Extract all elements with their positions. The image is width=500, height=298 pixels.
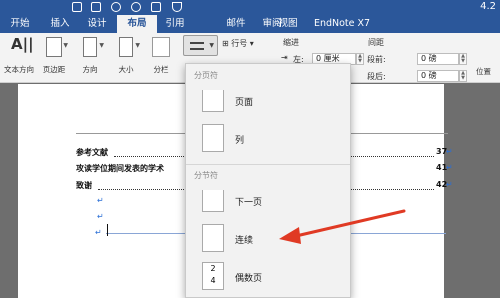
indent-group-header: 缩进 <box>283 38 299 47</box>
position-button[interactable]: 位置 <box>476 66 491 77</box>
text-cursor <box>107 224 108 236</box>
title-bar: 4.2 <box>0 0 500 15</box>
spacing-after-stepper[interactable]: ▲ ▼ <box>459 70 467 82</box>
chevron-down-icon: ▼ <box>63 42 68 49</box>
line-numbers-icon: ⊞ <box>222 39 232 48</box>
orientation-icon <box>83 37 97 57</box>
spacing-after-field[interactable]: 0 磅 <box>417 70 459 82</box>
menu-item-next-page[interactable]: 下一页 <box>187 182 350 220</box>
spacing-before-field[interactable]: 0 磅 <box>417 53 459 65</box>
continuous-icon <box>202 224 224 252</box>
save-icon[interactable] <box>91 2 101 12</box>
print-icon[interactable] <box>151 2 161 12</box>
paragraph-mark: ↵ <box>97 212 104 221</box>
even-page-icon: 2 4 <box>202 262 224 290</box>
margins-button[interactable]: ▼ 页边距 <box>39 33 69 83</box>
page-break-icon <box>202 90 224 112</box>
chevron-down-icon: ▼ <box>135 42 140 49</box>
tab-insert[interactable]: 插入 <box>44 15 76 33</box>
menu-item-page-break[interactable]: 页面 <box>187 82 350 120</box>
margins-icon <box>46 37 62 57</box>
spacing-before-label: 段前: <box>367 55 386 64</box>
chevron-down-icon: ▼ <box>209 42 214 49</box>
orientation-button[interactable]: ▼ 方向 <box>75 33 105 83</box>
tab-endnote[interactable]: EndNote X7 <box>313 15 371 33</box>
indent-left-icon: ⇥ <box>281 53 288 62</box>
text-direction-icon: A|| <box>11 35 34 53</box>
paragraph-mark: ↵ <box>446 163 453 172</box>
sidebar-toggle-icon[interactable] <box>72 2 82 12</box>
toc-entry-references: 参考文献 <box>76 148 108 157</box>
breaks-menu: 分页符 页面 列 分节符 下一页 连续 2 4 偶数页 <box>185 63 351 298</box>
tab-layout[interactable]: 布局 <box>117 15 157 33</box>
customize-toolbar-icon[interactable] <box>172 2 182 12</box>
size-icon <box>119 37 133 57</box>
paragraph-mark: ↵ <box>95 228 102 237</box>
indent-left-stepper[interactable]: ▲ ▼ <box>356 53 364 65</box>
section-breaks-header: 分节符 <box>194 171 218 180</box>
tab-design[interactable]: 设计 <box>81 15 113 33</box>
breaks-button[interactable]: ▼ <box>183 35 218 56</box>
columns-button[interactable]: 分栏 <box>146 33 176 83</box>
spacing-before-stepper[interactable]: ▲ ▼ <box>459 53 467 65</box>
chevron-down-icon: ▼ <box>99 42 104 49</box>
paragraph-mark: ↵ <box>446 147 453 156</box>
paragraph-mark: ↵ <box>446 180 453 189</box>
next-page-icon <box>202 190 224 212</box>
spacing-after-label: 段后: <box>367 72 386 81</box>
columns-icon <box>152 37 170 57</box>
redo-icon[interactable] <box>131 2 141 12</box>
toc-entry-publications: 攻读学位期间发表的学术 <box>76 164 164 173</box>
page-breaks-header: 分页符 <box>194 71 218 80</box>
ribbon-tabs: 开始 插入 设计 布局 引用 邮件 审阅 视图 EndNote X7 <box>0 15 500 33</box>
line-numbers-button[interactable]: ⊞ 行号 ▾ <box>222 38 254 49</box>
tab-mailings[interactable]: 邮件 <box>220 15 252 33</box>
menu-item-even-page[interactable]: 2 4 偶数页 <box>187 258 350 296</box>
spacing-group-header: 间距 <box>368 38 384 47</box>
toc-entry-acknowledgements: 致谢 <box>76 181 92 190</box>
title-bar-text: 4.2 <box>480 1 496 12</box>
tab-home[interactable]: 开始 <box>4 15 36 33</box>
column-break-icon <box>202 124 224 152</box>
menu-item-column-break[interactable]: 列 <box>187 120 350 158</box>
size-button[interactable]: ▼ 大小 <box>111 33 141 83</box>
undo-icon[interactable] <box>111 2 121 12</box>
tab-references[interactable]: 引用 <box>159 15 191 33</box>
text-direction-button[interactable]: A|| 文本方向 <box>2 33 36 83</box>
menu-item-continuous[interactable]: 连续 <box>187 220 350 258</box>
paragraph-mark: ↵ <box>97 196 104 205</box>
tab-view[interactable]: 视图 <box>272 15 304 33</box>
